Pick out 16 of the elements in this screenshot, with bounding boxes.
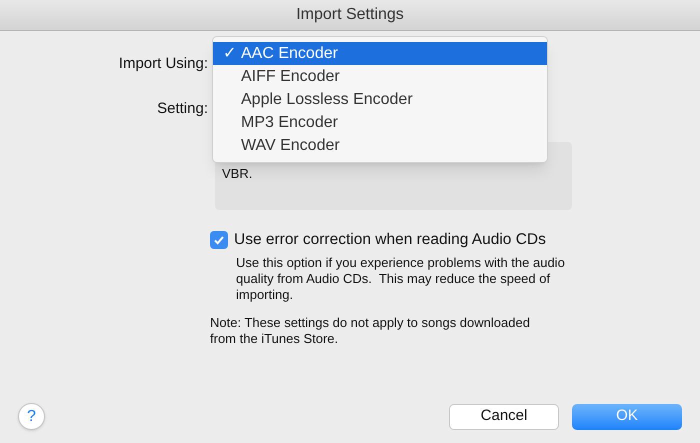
error-correction-checkbox[interactable] bbox=[210, 230, 228, 249]
menu-item[interactable]: AIFF Encoder bbox=[213, 65, 547, 88]
details-text: VBR. bbox=[222, 166, 252, 181]
setting-label: Setting: bbox=[157, 98, 208, 118]
import-using-label: Import Using: bbox=[118, 54, 208, 74]
menu-item[interactable]: MP3 Encoder bbox=[213, 111, 547, 134]
error-correction-description: Use this option if you experience problems with the audio quality from Audio CDs. This may reduce the speed of importing. bbox=[236, 255, 566, 304]
menu-item[interactable]: WAV Encoder bbox=[213, 134, 547, 157]
menu-item[interactable]: Apple Lossless Encoder bbox=[213, 88, 547, 111]
error-correction-label: Use error correction when reading Audio CDs bbox=[234, 230, 546, 250]
help-button[interactable]: ? bbox=[18, 403, 45, 430]
cancel-button[interactable]: Cancel bbox=[449, 404, 559, 430]
note-text: Note: These settings do not apply to songs downloaded from the iTunes Store. bbox=[210, 315, 531, 348]
window-title: Import Settings bbox=[296, 5, 404, 25]
menu-item[interactable]: ✓ AAC Encoder bbox=[213, 42, 547, 65]
checkmark-icon bbox=[213, 234, 225, 246]
